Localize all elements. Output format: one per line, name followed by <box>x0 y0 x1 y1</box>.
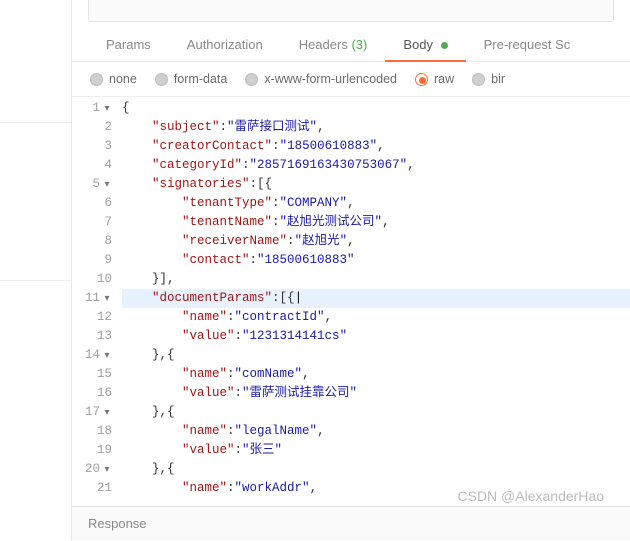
radio-icon <box>90 73 103 86</box>
radio-binary[interactable]: bir <box>472 72 505 86</box>
url-bar-remnant <box>88 0 614 22</box>
radio-binary-label: bir <box>491 72 505 86</box>
radio-none-label: none <box>109 72 137 86</box>
fold-icon[interactable]: ▾ <box>102 290 112 309</box>
radio-raw[interactable]: raw <box>415 72 454 86</box>
left-panel <box>0 0 72 540</box>
radio-icon <box>155 73 168 86</box>
tab-prerequest[interactable]: Pre-request Sc <box>466 28 589 62</box>
fold-icon[interactable]: ▾ <box>102 461 112 480</box>
request-tabs: Params Authorization Headers (3) Body Pr… <box>72 28 630 62</box>
radio-icon <box>245 73 258 86</box>
tab-params[interactable]: Params <box>88 28 169 62</box>
body-type-radios: none form-data x-www-form-urlencoded raw… <box>72 62 630 97</box>
main-panel: Params Authorization Headers (3) Body Pr… <box>72 0 630 540</box>
radio-icon <box>472 73 485 86</box>
radio-icon <box>415 73 428 86</box>
fold-icon[interactable]: ▾ <box>102 347 112 366</box>
tab-body[interactable]: Body <box>385 28 465 62</box>
body-modified-dot-icon <box>441 42 448 49</box>
radio-form-data-label: form-data <box>174 72 228 86</box>
code-lines[interactable]: { "subject":"雷萨接口测试", "creatorContact":"… <box>118 97 630 506</box>
tab-headers-count: (3) <box>351 37 367 52</box>
fold-icon[interactable]: ▾ <box>102 404 112 423</box>
radio-raw-label: raw <box>434 72 454 86</box>
radio-form-data[interactable]: form-data <box>155 72 228 86</box>
fold-icon[interactable]: ▾ <box>102 176 112 195</box>
radio-none[interactable]: none <box>90 72 137 86</box>
code-editor[interactable]: 1▾ 2 3 4 5▾ 6 7 8 9 10 11▾ 12 13 14▾ 15 … <box>72 97 630 506</box>
response-section-header[interactable]: Response <box>72 506 630 540</box>
tab-headers-label: Headers <box>299 37 348 52</box>
radio-x-www[interactable]: x-www-form-urlencoded <box>245 72 397 86</box>
tab-headers[interactable]: Headers (3) <box>281 28 386 62</box>
tab-authorization[interactable]: Authorization <box>169 28 281 62</box>
line-gutter: 1▾ 2 3 4 5▾ 6 7 8 9 10 11▾ 12 13 14▾ 15 … <box>72 97 118 506</box>
radio-x-www-label: x-www-form-urlencoded <box>264 72 397 86</box>
tab-body-label: Body <box>403 37 433 52</box>
fold-icon[interactable]: ▾ <box>102 100 112 119</box>
